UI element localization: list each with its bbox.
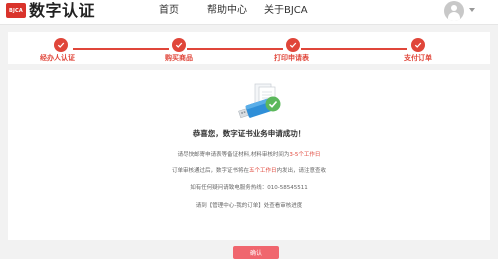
nav-home-link[interactable]: 首页 xyxy=(159,4,179,18)
info-text: 内发出，请注意查收 xyxy=(276,168,327,174)
confirm-button[interactable]: 确认 xyxy=(233,246,279,259)
step-label: 打印申请表 xyxy=(274,54,309,62)
hotline-text: 如有任何疑问请致电服务热线：010-58545511 xyxy=(190,185,308,191)
order-progress-text: 请到【管理中心-我的订单】处查看审核进度 xyxy=(195,203,303,209)
site-title: 数字认证 xyxy=(29,1,96,20)
nav-help-link[interactable]: 帮助中心 xyxy=(207,4,247,18)
check-icon xyxy=(411,38,425,52)
bjca-logo[interactable]: BJCA xyxy=(6,3,26,18)
check-icon xyxy=(286,38,300,52)
info-line: 请尽快邮寄申请表等备证材料,材料审核时间为3-5个工作日 xyxy=(8,151,490,159)
step-connector xyxy=(301,48,407,50)
info-highlight: 五个工作日 xyxy=(248,168,277,174)
info-text: 请尽快邮寄申请表等备证材料,材料审核时间为 xyxy=(177,152,290,158)
progress-steps: 经办人认证 购买商品 打印申请表 支付订单 xyxy=(8,32,490,64)
check-icon xyxy=(172,38,186,52)
success-panel: 恭喜您，数字证书业务申请成功！ 请尽快邮寄申请表等备证材料,材料审核时间为3-5… xyxy=(8,70,490,259)
top-header: BJCA 数字认证 首页 帮助中心 关于BJCA xyxy=(0,0,498,25)
step-label: 支付订单 xyxy=(404,54,432,62)
info-text: 订单审核通过后，数字证书将在 xyxy=(171,168,249,174)
step-connector xyxy=(73,48,169,50)
usb-key-success-icon xyxy=(238,83,281,119)
info-line: 订单审核通过后，数字证书将在五个工作日内发出，请注意查收 xyxy=(8,167,490,175)
step-label: 购买商品 xyxy=(165,54,193,62)
info-highlight: 3-5个工作日 xyxy=(289,152,321,158)
success-title: 恭喜您，数字证书业务申请成功！ xyxy=(192,129,306,138)
user-avatar[interactable] xyxy=(444,1,464,21)
step-label: 经办人认证 xyxy=(40,54,75,62)
step-connector xyxy=(187,48,283,50)
nav-about-link[interactable]: 关于BJCA xyxy=(264,4,308,18)
chevron-down-icon[interactable] xyxy=(469,8,475,12)
check-icon xyxy=(54,38,68,52)
